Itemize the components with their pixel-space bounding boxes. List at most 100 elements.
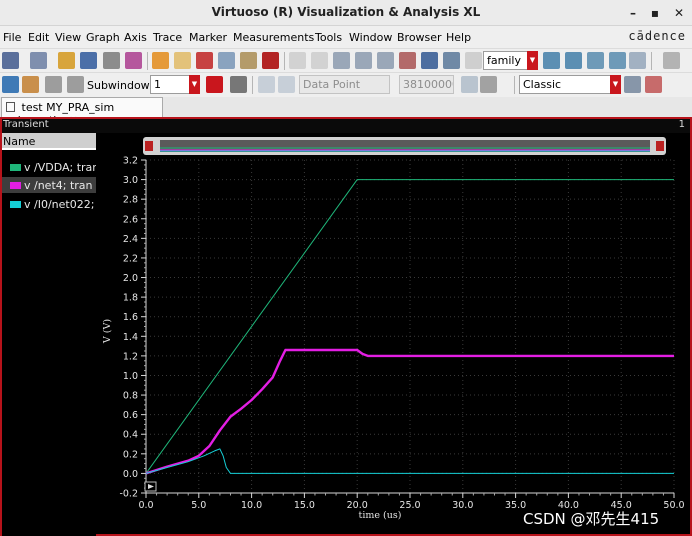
scroll-right-icon[interactable] <box>656 141 664 151</box>
menu-trace[interactable]: Trace <box>153 31 182 44</box>
close-window-icon[interactable] <box>645 76 662 93</box>
columns-layout-icon[interactable] <box>67 76 84 93</box>
window-title: Virtuoso (R) Visualization & Analysis XL <box>211 5 481 19</box>
open-folder-icon[interactable] <box>58 52 75 69</box>
zoom-box-icon[interactable] <box>421 52 438 69</box>
delete-icon[interactable] <box>262 52 279 69</box>
toolbar-separator <box>514 76 515 94</box>
menu-marker[interactable]: Marker <box>189 31 227 44</box>
y-tick-label: 0.8 <box>123 391 138 402</box>
zoom-y-icon[interactable] <box>443 52 460 69</box>
new-window-icon[interactable] <box>2 52 19 69</box>
zoom-tool-icon[interactable] <box>289 52 306 69</box>
toolbar-separator <box>252 76 253 94</box>
toolbar-separator <box>651 52 652 70</box>
rows-layout-icon[interactable] <box>45 76 62 93</box>
x-tick-label: 30.0 <box>452 500 473 511</box>
chart-layout-icon[interactable] <box>629 52 646 69</box>
zoom-in-icon[interactable] <box>333 52 350 69</box>
graph-window: Transient 1 Name v /VDDA; tran ( v /net4… <box>0 117 692 536</box>
data-point-field[interactable]: Data Point <box>299 75 390 94</box>
y-tick-label: 2.4 <box>123 234 138 245</box>
trace-select-icon[interactable] <box>230 76 247 93</box>
menu-edit[interactable]: Edit <box>28 31 49 44</box>
toolbar-separator <box>284 52 285 70</box>
next-point-icon <box>278 76 295 93</box>
x-axis-label: time (us) <box>359 510 402 521</box>
subwindows-label: Subwindows: <box>87 79 160 92</box>
cut-icon[interactable] <box>196 52 213 69</box>
y-tick-label: 3.2 <box>123 156 138 167</box>
x-tick-label: 15.0 <box>294 500 315 511</box>
menu-browser[interactable]: Browser <box>397 31 442 44</box>
strip-chart-icon[interactable] <box>565 52 582 69</box>
y-tick-label: 0.4 <box>123 430 138 441</box>
plot-area: -0.20.00.20.40.60.81.01.21.41.61.82.02.2… <box>102 156 685 522</box>
flag-icon[interactable] <box>206 76 223 93</box>
menu-measurements[interactable]: Measurements <box>233 31 314 44</box>
chevron-down-icon[interactable]: ▼ <box>189 75 200 94</box>
split-chart-icon[interactable] <box>609 52 626 69</box>
time-field[interactable]: 38100000k <box>399 75 454 94</box>
y-tick-label: 2.2 <box>123 253 138 264</box>
subwindows-field[interactable]: 1 <box>150 75 190 94</box>
y-tick-label: 1.2 <box>123 351 138 362</box>
copy-icon[interactable] <box>218 52 235 69</box>
cadence-logo: cādence <box>628 29 686 43</box>
table-icon[interactable] <box>480 76 497 93</box>
plot-background <box>146 160 674 493</box>
y-tick-label: 0.0 <box>123 469 138 480</box>
toolbar-separator <box>147 52 148 70</box>
menu-tools[interactable]: Tools <box>315 31 342 44</box>
redo-icon[interactable] <box>174 52 191 69</box>
y-tick-label: 0.2 <box>123 449 138 460</box>
style-select[interactable]: Classic <box>519 75 611 94</box>
print-icon[interactable] <box>103 52 120 69</box>
y-tick-label: 1.0 <box>123 371 138 382</box>
y-tick-label: 1.4 <box>123 332 138 343</box>
menu-help[interactable]: Help <box>446 31 471 44</box>
marker-tool-icon[interactable] <box>22 76 39 93</box>
undo-icon[interactable] <box>152 52 169 69</box>
scroll-left-icon[interactable] <box>145 141 153 151</box>
y-tick-label: -0.2 <box>119 489 138 500</box>
csdn-watermark: CSDN @邓先生415 <box>523 510 660 528</box>
y-tick-label: 3.0 <box>123 175 138 186</box>
strip-chart-icon[interactable] <box>543 52 560 69</box>
x-tick-label: 50.0 <box>663 500 684 511</box>
overlay-chart-icon[interactable] <box>587 52 604 69</box>
tab-test-schematic[interactable]: test MY_PRA_sim schematic ✕ <box>1 97 163 127</box>
waveform-chart[interactable]: -0.20.00.20.40.60.81.01.21.41.61.82.02.2… <box>2 119 690 534</box>
save-icon[interactable] <box>80 52 97 69</box>
y-axis-label: V (V) <box>102 319 113 344</box>
x-tick-label: 10.0 <box>241 500 262 511</box>
secondary-toolbar: Subwindows: 1 ▼ Data Point 38100000k Cla… <box>0 72 692 96</box>
y-tick-label: 1.8 <box>123 293 138 304</box>
histogram-icon[interactable] <box>461 76 478 93</box>
main-toolbar: family ▼ <box>0 48 692 72</box>
menu-view[interactable]: View <box>55 31 81 44</box>
close-button[interactable]: ✕ <box>670 4 688 22</box>
zoom-tool-icon[interactable] <box>311 52 328 69</box>
chevron-down-icon[interactable]: ▼ <box>610 75 621 94</box>
menu-window[interactable]: Window <box>349 31 392 44</box>
window-icon[interactable] <box>624 76 641 93</box>
menu-file[interactable]: File <box>3 31 21 44</box>
zoom-x-icon[interactable] <box>399 52 416 69</box>
print-preview-icon[interactable] <box>125 52 142 69</box>
y-tick-label: 2.6 <box>123 214 138 225</box>
grid-icon[interactable] <box>663 52 680 69</box>
zoom-fit-icon[interactable] <box>377 52 394 69</box>
chevron-down-icon[interactable]: ▼ <box>527 51 538 70</box>
prev-point-icon <box>258 76 275 93</box>
tab-bar: test MY_PRA_sim schematic ✕ <box>0 97 692 127</box>
menu-graph[interactable]: Graph <box>86 31 120 44</box>
zoom-disabled-icon <box>465 52 482 69</box>
paste-icon[interactable] <box>240 52 257 69</box>
menu-axis[interactable]: Axis <box>124 31 147 44</box>
maximize-button[interactable]: ▪ <box>646 4 664 22</box>
cursor-icon[interactable] <box>2 76 19 93</box>
zoom-out-icon[interactable] <box>355 52 372 69</box>
minimize-button[interactable]: – <box>624 4 642 22</box>
subwindow-icon[interactable] <box>30 52 47 69</box>
